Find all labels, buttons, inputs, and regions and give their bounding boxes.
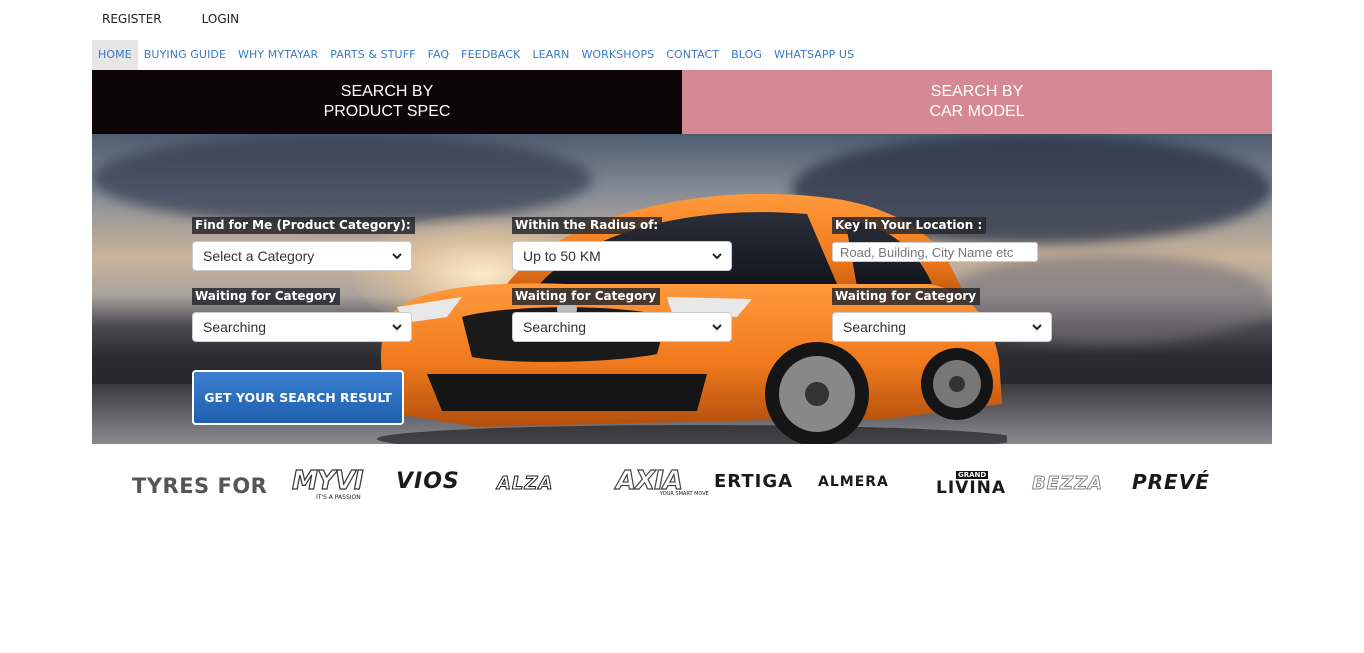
tab-search-by-car-model-label: SEARCH BY CAR MODEL: [929, 83, 1025, 120]
brand-logo-vios[interactable]: VIOS: [396, 469, 460, 494]
brand-logo-livina[interactable]: LIVINA: [936, 478, 1006, 498]
nav-home[interactable]: HOME: [92, 40, 138, 70]
nav-contact[interactable]: CONTACT: [660, 40, 725, 70]
brand-logo-preve[interactable]: PREVÉ: [1132, 470, 1210, 494]
brand-logo-ertiga[interactable]: ERTIGA: [714, 471, 793, 492]
brand-logo-myvi[interactable]: MYVI: [291, 465, 364, 496]
radius-label: Within the Radius of:: [512, 217, 663, 234]
brand-logo-bezza[interactable]: BEZZA: [1031, 473, 1103, 495]
search-hero-panel: Find for Me (Product Category): Within t…: [92, 134, 1272, 444]
nav-feedback[interactable]: FEEDBACK: [455, 40, 526, 70]
register-link[interactable]: REGISTER: [92, 8, 172, 30]
category-select-value: Select a Category: [203, 248, 315, 264]
nav-parts-stuff[interactable]: PARTS & STUFF: [324, 40, 421, 70]
brand-logo-alza[interactable]: ALZA: [496, 473, 553, 495]
nav-why-mytayar[interactable]: WHY MYTAYAR: [232, 40, 324, 70]
nav-workshops[interactable]: WORKSHOPS: [575, 40, 660, 70]
tyres-for-brand-strip: TYRES FOR MYVI IT'S A PASSION VIOS ALZA …: [92, 460, 1272, 510]
chevron-down-icon: [1032, 324, 1042, 331]
filter-select-3-value: Searching: [843, 319, 907, 335]
filter-select-2[interactable]: Searching: [512, 312, 732, 342]
category-select[interactable]: Select a Category: [192, 241, 412, 271]
waiting-category-label-2: Waiting for Category: [512, 288, 661, 305]
nav-faq[interactable]: FAQ: [422, 40, 456, 70]
tyres-for-heading: TYRES FOR: [132, 474, 268, 498]
brand-logo-axia-tagline: YOUR SMART MOVE: [660, 491, 709, 497]
radius-select-value: Up to 50 KM: [523, 248, 601, 264]
waiting-category-label-1: Waiting for Category: [192, 288, 341, 305]
location-label: Key in Your Location :: [832, 217, 987, 234]
filter-select-1-value: Searching: [203, 319, 267, 335]
search-mode-tabs: SEARCH BY PRODUCT SPEC SEARCH BY CAR MOD…: [92, 70, 1272, 134]
top-account-bar: REGISTER LOGIN: [92, 8, 249, 30]
chevron-down-icon: [392, 324, 402, 331]
get-search-result-button[interactable]: GET YOUR SEARCH RESULT: [192, 370, 404, 425]
nav-learn[interactable]: LEARN: [526, 40, 575, 70]
waiting-category-label-3: Waiting for Category: [832, 288, 981, 305]
chevron-down-icon: [392, 253, 402, 260]
filter-select-2-value: Searching: [523, 319, 587, 335]
tab-search-by-car-model[interactable]: SEARCH BY CAR MODEL: [682, 70, 1272, 134]
login-link[interactable]: LOGIN: [192, 8, 250, 30]
nav-whatsapp-us[interactable]: WHATSAPP US: [768, 40, 860, 70]
brand-logo-myvi-tagline: IT'S A PASSION: [316, 494, 361, 501]
chevron-down-icon: [712, 253, 722, 260]
main-nav: HOME BUYING GUIDE WHY MYTAYAR PARTS & ST…: [92, 40, 860, 70]
nav-blog[interactable]: BLOG: [725, 40, 768, 70]
filter-select-1[interactable]: Searching: [192, 312, 412, 342]
tab-search-by-product-spec[interactable]: SEARCH BY PRODUCT SPEC: [92, 70, 682, 134]
chevron-down-icon: [712, 324, 722, 331]
filter-select-3[interactable]: Searching: [832, 312, 1052, 342]
nav-buying-guide[interactable]: BUYING GUIDE: [138, 40, 232, 70]
location-input[interactable]: [832, 242, 1038, 262]
brand-logo-almera[interactable]: ALMERA: [818, 474, 889, 490]
tab-search-by-product-spec-label: SEARCH BY PRODUCT SPEC: [323, 83, 451, 120]
category-label: Find for Me (Product Category):: [192, 217, 415, 234]
radius-select[interactable]: Up to 50 KM: [512, 241, 732, 271]
